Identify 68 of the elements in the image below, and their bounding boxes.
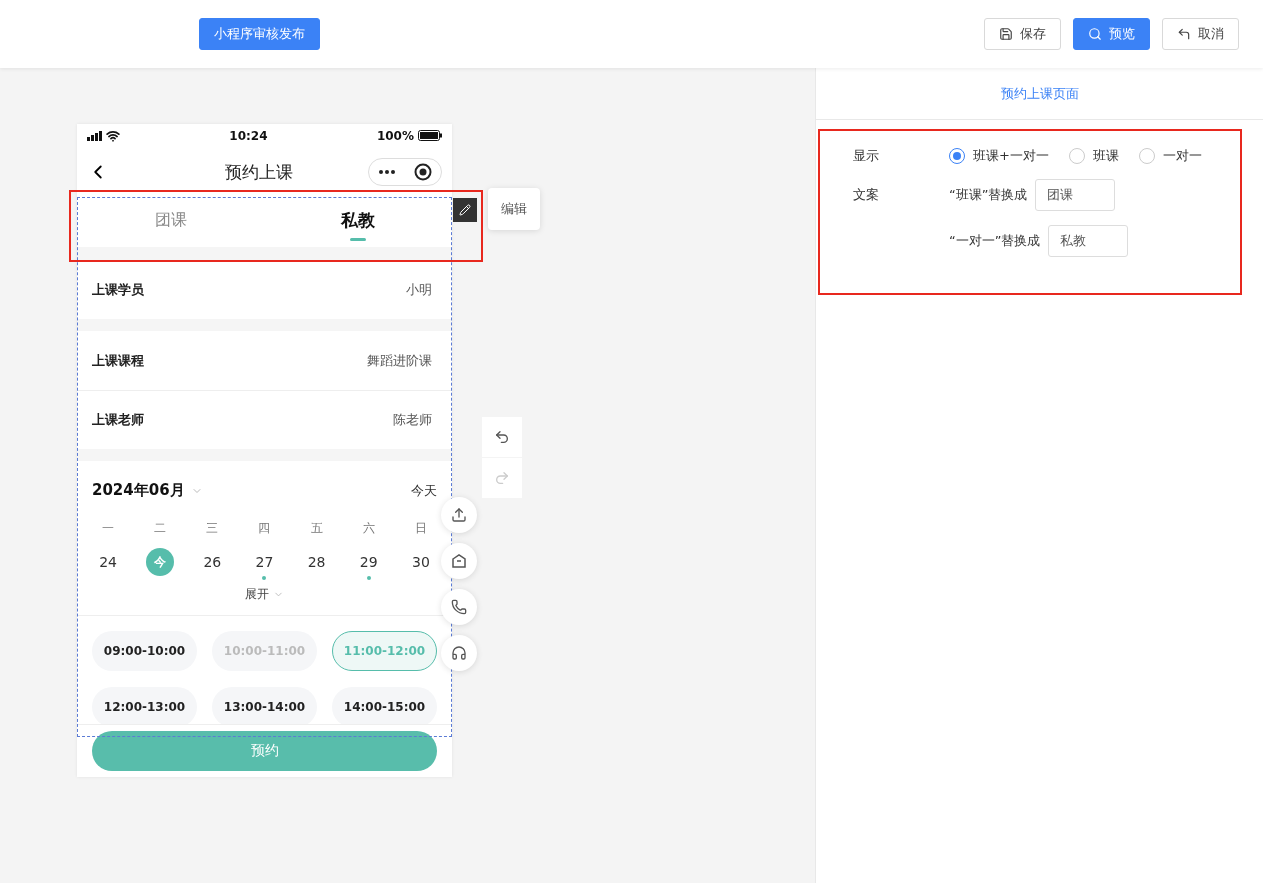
month-label[interactable]: 2024年06月 xyxy=(92,481,185,500)
more-icon[interactable] xyxy=(378,170,396,174)
weekday-label: 二 xyxy=(153,520,168,537)
input-field[interactable]: 私教 xyxy=(1048,225,1129,257)
call-button[interactable] xyxy=(441,589,477,625)
time-slot[interactable]: 14:00-15:00 xyxy=(332,687,437,724)
calendar-day[interactable]: 26 xyxy=(198,548,227,576)
calendar-day[interactable]: 24 xyxy=(94,548,123,576)
headset-icon xyxy=(451,645,467,661)
upload-icon xyxy=(451,507,467,523)
undo-button[interactable] xyxy=(482,417,522,457)
row-value[interactable]: 陈老师 xyxy=(393,411,432,429)
house-icon xyxy=(451,553,467,569)
redo-icon xyxy=(494,470,510,486)
weekday-label: 五 xyxy=(309,520,324,537)
weekday-label: 六 xyxy=(361,520,376,537)
time-slot[interactable]: 12:00-13:00 xyxy=(92,687,197,724)
phone-icon xyxy=(451,599,467,615)
calendar-day[interactable]: 30 xyxy=(406,548,435,576)
tab[interactable]: 团课 xyxy=(77,197,265,247)
expand-link[interactable]: 展开 xyxy=(245,586,269,603)
share-button[interactable] xyxy=(441,497,477,533)
radio-option[interactable]: 班课 xyxy=(1068,147,1119,165)
time-slot[interactable]: 13:00-14:00 xyxy=(212,687,317,724)
field-label: 显示 xyxy=(853,147,880,165)
radio-option[interactable]: 班课+一对一 xyxy=(949,147,1049,165)
weekday-label: 日 xyxy=(413,520,428,537)
home-button[interactable] xyxy=(441,543,477,579)
event-dot xyxy=(262,576,267,580)
wifi-icon xyxy=(106,128,120,143)
edit-pencil-button[interactable] xyxy=(453,198,477,222)
status-time: 10:24 xyxy=(229,128,268,143)
weekday-label: 三 xyxy=(205,520,220,537)
pencil-icon xyxy=(459,204,471,216)
weekday-label: 四 xyxy=(257,520,272,537)
save-button[interactable]: 保存 xyxy=(984,18,1061,50)
input-field[interactable]: 团课 xyxy=(1035,179,1116,211)
calendar-day[interactable]: 27 xyxy=(250,548,279,576)
radio-option[interactable]: 一对一 xyxy=(1138,147,1202,165)
weekday-label: 一 xyxy=(101,520,116,537)
battery-percent: 100% xyxy=(376,128,414,143)
tab[interactable]: 私教 xyxy=(264,197,452,247)
page-title: 预约上课 xyxy=(224,160,293,184)
field-label: 文案 xyxy=(853,186,880,204)
row-label: 上课学员 xyxy=(92,280,144,299)
time-slot[interactable]: 09:00-10:00 xyxy=(92,631,197,671)
cancel-button[interactable]: 取消 xyxy=(1162,18,1239,50)
return-arrow-icon xyxy=(1177,27,1191,41)
search-icon xyxy=(1088,27,1102,41)
replace-label: “一对一”替换成 xyxy=(949,232,1041,250)
today-link[interactable]: 今天 xyxy=(411,481,437,500)
battery-icon xyxy=(418,130,442,141)
row-label: 上课课程 xyxy=(92,351,144,370)
replace-label: “班课”替换成 xyxy=(949,186,1028,204)
preview-button[interactable]: 预览 xyxy=(1073,18,1150,50)
signal-icon xyxy=(87,130,103,141)
calendar-day[interactable]: 29 xyxy=(354,548,383,576)
event-dot xyxy=(366,576,371,580)
row-value[interactable]: 小明 xyxy=(406,280,432,299)
undo-icon xyxy=(494,429,510,445)
row-label: 上课老师 xyxy=(92,411,144,429)
target-icon[interactable] xyxy=(414,163,432,181)
calendar-day[interactable]: 28 xyxy=(302,548,331,576)
support-button[interactable] xyxy=(441,635,477,671)
edit-tooltip[interactable]: 编辑 xyxy=(488,188,540,230)
row-value[interactable]: 舞蹈进阶课 xyxy=(367,351,432,370)
publish-button[interactable]: 小程序审核发布 xyxy=(199,18,320,50)
panel-title[interactable]: 预约上课页面 xyxy=(1000,84,1079,103)
